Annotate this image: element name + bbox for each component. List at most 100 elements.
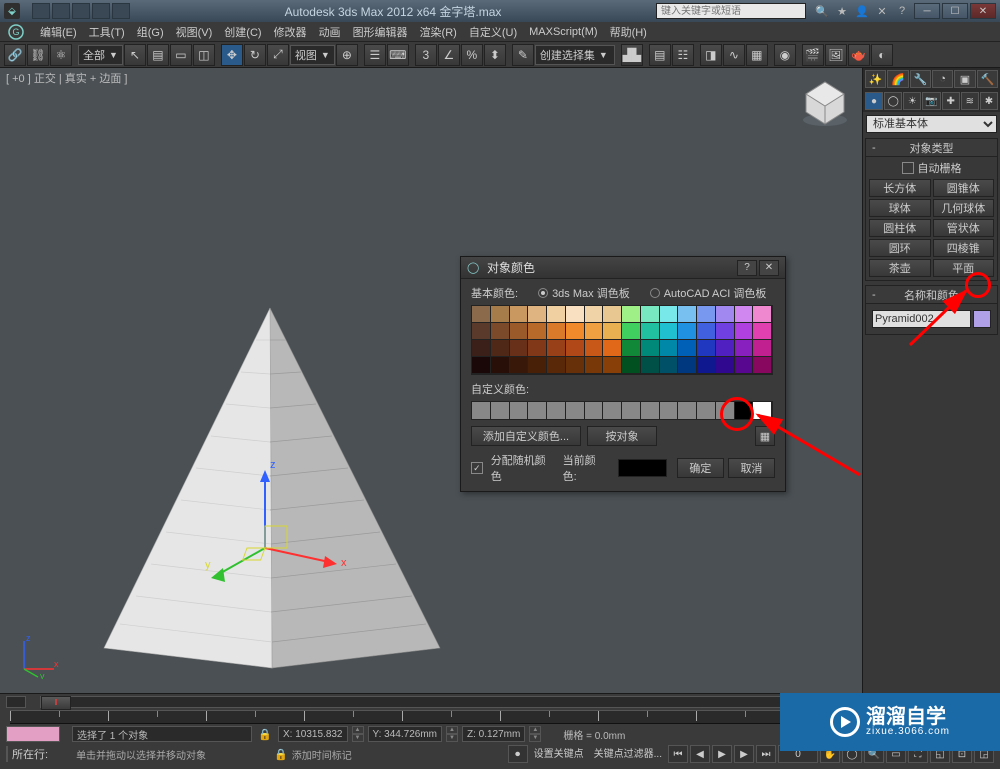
mirror-icon[interactable]: ▟▙ bbox=[621, 44, 643, 66]
custom-color-slot[interactable] bbox=[660, 402, 679, 419]
auto-grid-checkbox[interactable] bbox=[902, 162, 914, 174]
custom-color-slot[interactable] bbox=[510, 402, 529, 419]
color-cell[interactable] bbox=[510, 306, 529, 323]
color-cell[interactable] bbox=[641, 340, 660, 357]
viewport-label[interactable]: [ +0 ] 正交 | 真实 + 边面 ] bbox=[6, 70, 127, 86]
menu-modifiers[interactable]: 修改器 bbox=[268, 22, 313, 42]
ql-open-icon[interactable] bbox=[32, 3, 50, 19]
color-cell[interactable] bbox=[697, 306, 716, 323]
spinner-snap-icon[interactable]: ⬍ bbox=[484, 44, 506, 66]
graphite-ribbon-icon[interactable]: ◨ bbox=[700, 44, 722, 66]
color-cell[interactable] bbox=[528, 306, 547, 323]
curve-editor-icon[interactable]: ∿ bbox=[723, 44, 745, 66]
color-cell[interactable] bbox=[622, 357, 641, 374]
current-color-swatch[interactable] bbox=[618, 459, 667, 477]
color-cell[interactable] bbox=[716, 357, 735, 374]
ref-coord-dropdown[interactable]: 视图▼ bbox=[290, 45, 335, 65]
primitive-button[interactable]: 茶壶 bbox=[869, 259, 931, 277]
color-cell[interactable] bbox=[678, 323, 697, 340]
color-cell[interactable] bbox=[547, 357, 566, 374]
primitive-category-dropdown[interactable]: 标准基本体 bbox=[866, 115, 997, 133]
menu-create[interactable]: 创建(C) bbox=[218, 22, 267, 42]
ql-save-icon[interactable] bbox=[52, 3, 70, 19]
color-cell[interactable] bbox=[491, 357, 510, 374]
rendered-frame-icon[interactable]: 🖼 bbox=[825, 44, 847, 66]
coord-y[interactable]: Y: 344.726mm bbox=[368, 726, 442, 742]
set-key-button[interactable]: ⏺ bbox=[508, 745, 528, 763]
color-cell[interactable] bbox=[735, 323, 754, 340]
color-cell[interactable] bbox=[622, 323, 641, 340]
color-cell[interactable] bbox=[603, 306, 622, 323]
percent-snap-icon[interactable]: % bbox=[461, 44, 483, 66]
color-cell[interactable] bbox=[585, 306, 604, 323]
color-cell[interactable] bbox=[753, 323, 772, 340]
edit-named-sel-icon[interactable]: ✎ bbox=[512, 44, 534, 66]
dialog-close-button[interactable]: ✕ bbox=[759, 260, 779, 276]
help-search-input-field[interactable] bbox=[657, 4, 805, 18]
custom-color-slot[interactable] bbox=[547, 402, 566, 419]
primitive-button[interactable]: 圆环 bbox=[869, 239, 931, 257]
dialog-titlebar[interactable]: ◯ 对象颜色 ? ✕ bbox=[461, 257, 785, 279]
custom-color-slot[interactable] bbox=[603, 402, 622, 419]
color-cell[interactable] bbox=[603, 340, 622, 357]
panel-tab-motion[interactable]: ◔ bbox=[932, 70, 953, 88]
infocenter-search-icon[interactable]: 🔍 bbox=[813, 3, 831, 19]
menu-edit[interactable]: 编辑(E) bbox=[34, 22, 83, 42]
color-cell[interactable] bbox=[491, 306, 510, 323]
color-cell[interactable] bbox=[585, 340, 604, 357]
snap-toggle-icon[interactable]: 3 bbox=[415, 44, 437, 66]
object-color-swatch[interactable] bbox=[973, 310, 991, 328]
custom-color-slot[interactable] bbox=[697, 402, 716, 419]
panel-tab-display[interactable]: ▣ bbox=[954, 70, 975, 88]
color-cell[interactable] bbox=[566, 306, 585, 323]
color-cell[interactable] bbox=[566, 323, 585, 340]
color-cell[interactable] bbox=[697, 357, 716, 374]
palette-autocad-radio[interactable]: AutoCAD ACI 调色板 bbox=[650, 285, 767, 301]
select-manipulate-icon[interactable]: ☰ bbox=[364, 44, 386, 66]
create-helpers-icon[interactable]: ✚ bbox=[942, 92, 960, 110]
color-cell[interactable] bbox=[528, 323, 547, 340]
color-cell[interactable] bbox=[510, 357, 529, 374]
custom-color-slot[interactable] bbox=[491, 402, 510, 419]
color-cell[interactable] bbox=[566, 340, 585, 357]
menu-tools[interactable]: 工具(T) bbox=[83, 22, 131, 42]
named-sel-dropdown[interactable]: 创建选择集▼ bbox=[535, 45, 615, 65]
color-cell[interactable] bbox=[660, 323, 679, 340]
menu-group[interactable]: 组(G) bbox=[131, 22, 170, 42]
primitive-button[interactable]: 平面 bbox=[933, 259, 995, 277]
prev-frame-icon[interactable]: ◀ bbox=[690, 745, 710, 763]
render-production-icon[interactable]: 🫖 bbox=[848, 44, 870, 66]
primitive-button[interactable]: 圆柱体 bbox=[869, 219, 931, 237]
infocenter-help-icon[interactable]: ? bbox=[893, 3, 911, 19]
color-cell[interactable] bbox=[622, 340, 641, 357]
color-cell[interactable] bbox=[566, 357, 585, 374]
key-filter-label[interactable]: 关键点过滤器... bbox=[594, 745, 662, 763]
set-key-label[interactable]: 设置关键点 bbox=[534, 745, 584, 763]
ql-redo-icon[interactable] bbox=[92, 3, 110, 19]
color-cell[interactable] bbox=[678, 306, 697, 323]
color-cell[interactable] bbox=[641, 323, 660, 340]
app-menu-icon[interactable]: G bbox=[6, 24, 26, 40]
schematic-view-icon[interactable]: ▦ bbox=[746, 44, 768, 66]
next-frame-icon[interactable]: ▶ bbox=[734, 745, 754, 763]
time-slider-thumb[interactable] bbox=[41, 696, 71, 710]
custom-color-slot[interactable] bbox=[472, 402, 491, 419]
link-icon[interactable]: 🔗 bbox=[4, 44, 26, 66]
create-cameras-icon[interactable]: 📷 bbox=[922, 92, 940, 110]
primitive-button[interactable]: 球体 bbox=[869, 199, 931, 217]
color-cell[interactable] bbox=[660, 340, 679, 357]
selection-filter-dropdown[interactable]: 全部▼ bbox=[78, 45, 123, 65]
custom-color-slot[interactable] bbox=[566, 402, 585, 419]
name-color-rollout-header[interactable]: -名称和颜色 bbox=[866, 286, 997, 304]
infocenter-fav-icon[interactable]: ★ bbox=[833, 3, 851, 19]
primitive-button[interactable]: 四棱锥 bbox=[933, 239, 995, 257]
create-shapes-icon[interactable]: ◯ bbox=[884, 92, 902, 110]
color-cell[interactable] bbox=[603, 323, 622, 340]
menu-customize[interactable]: 自定义(U) bbox=[463, 22, 523, 42]
keyboard-shortcut-icon[interactable]: ⌨ bbox=[387, 44, 409, 66]
primitive-button[interactable]: 几何球体 bbox=[933, 199, 995, 217]
close-button[interactable]: ✕ bbox=[970, 3, 996, 19]
panel-tab-modify[interactable]: 🌈 bbox=[887, 70, 908, 88]
primitive-button[interactable]: 圆锥体 bbox=[933, 179, 995, 197]
ql-link-icon[interactable] bbox=[112, 3, 130, 19]
